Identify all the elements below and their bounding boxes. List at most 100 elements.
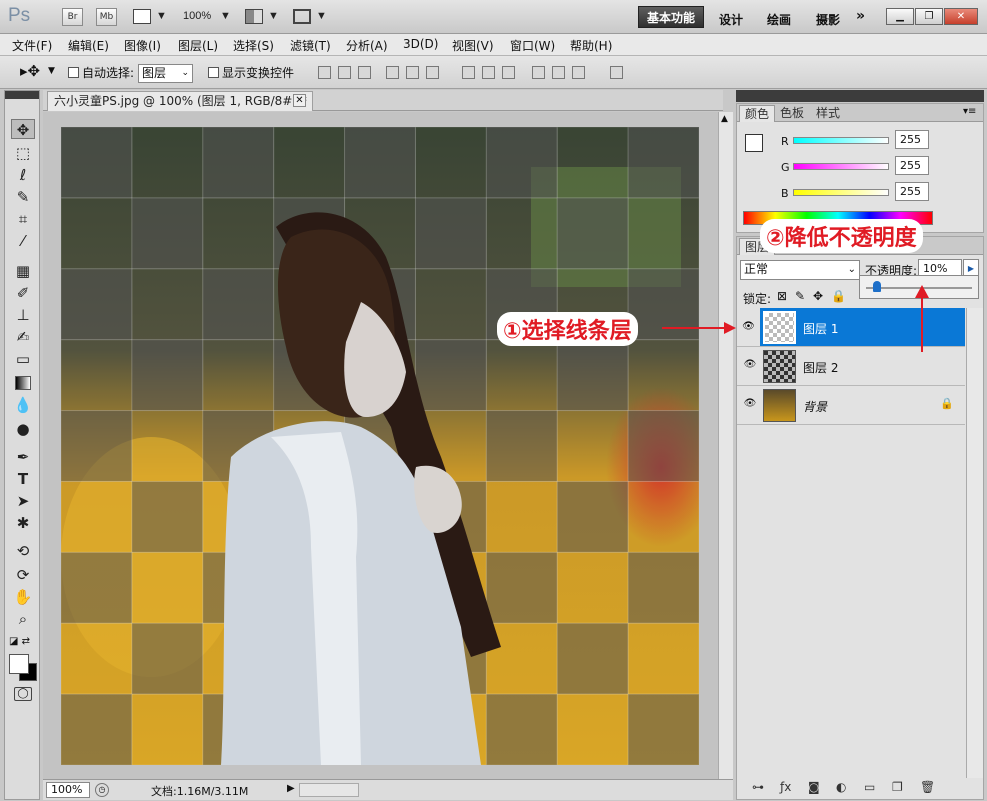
align-left-icon[interactable] xyxy=(386,66,399,79)
document-canvas[interactable] xyxy=(61,127,699,765)
brush-tool-icon[interactable]: ✐ xyxy=(11,283,35,303)
chevron-down-icon[interactable]: ▼ xyxy=(268,10,279,22)
status-info-icon[interactable]: ◷ xyxy=(95,783,109,797)
distribute-left-icon[interactable] xyxy=(532,66,545,79)
menu-analysis[interactable]: 分析(A) xyxy=(346,37,388,54)
3d-orbit-tool-icon[interactable]: ⟳ xyxy=(11,565,35,585)
eyedropper-tool-icon[interactable]: ⁄ xyxy=(11,231,35,251)
gradient-tool-icon[interactable] xyxy=(11,373,35,393)
layers-scrollbar[interactable] xyxy=(966,308,983,778)
menu-edit[interactable]: 编辑(E) xyxy=(68,37,109,54)
menu-image[interactable]: 图像(I) xyxy=(124,37,161,54)
document-tab[interactable]: 六小灵童PS.jpg @ 100% (图层 1, RGB/8#) * xyxy=(47,91,313,111)
bridge-button[interactable]: Br xyxy=(62,8,83,26)
tab-swatches[interactable]: 色板 xyxy=(775,105,809,122)
close-button[interactable]: ✕ xyxy=(944,8,978,25)
mini-bridge-button[interactable]: Mb xyxy=(96,8,117,26)
tools-panel-header[interactable] xyxy=(5,91,39,99)
menu-window[interactable]: 窗口(W) xyxy=(510,37,555,54)
clone-stamp-tool-icon[interactable]: ⊥ xyxy=(11,305,35,325)
workspace-essentials-button[interactable]: 基本功能 xyxy=(638,6,704,28)
align-top-icon[interactable] xyxy=(318,66,331,79)
auto-select-dropdown[interactable]: 图层 ⌄ xyxy=(138,64,193,83)
menu-help[interactable]: 帮助(H) xyxy=(570,37,612,54)
layer-row[interactable]: 👁 背景 🔒 xyxy=(737,386,965,425)
marquee-tool-icon[interactable]: ⬚ xyxy=(11,143,35,163)
delete-layer-icon[interactable]: 🗑 xyxy=(920,780,935,794)
extras-icon[interactable] xyxy=(133,9,151,24)
dodge-tool-icon[interactable]: ● xyxy=(11,419,35,439)
chevron-down-icon[interactable]: ▼ xyxy=(48,66,55,76)
hand-tool-icon[interactable]: ✋ xyxy=(11,587,35,607)
status-menu-arrow-icon[interactable]: ▶ xyxy=(287,783,295,794)
g-value[interactable]: 255 xyxy=(895,156,929,175)
move-tool-icon[interactable]: ✥ xyxy=(11,119,35,139)
lock-position-icon[interactable]: ✥ xyxy=(813,289,823,303)
new-group-icon[interactable]: ▭ xyxy=(864,780,875,794)
link-layers-icon[interactable]: ⊶ xyxy=(752,780,764,794)
chevron-down-icon[interactable]: ▼ xyxy=(156,10,167,22)
visibility-eye-icon[interactable]: 👁 xyxy=(742,397,758,411)
menu-filter[interactable]: 滤镜(T) xyxy=(290,37,331,54)
menu-select[interactable]: 选择(S) xyxy=(233,37,274,54)
lock-pixels-icon[interactable]: ✎ xyxy=(795,289,805,303)
3d-rotate-tool-icon[interactable]: ⟲ xyxy=(11,541,35,561)
tab-styles[interactable]: 样式 xyxy=(811,105,845,122)
distribute-bottom-icon[interactable] xyxy=(502,66,515,79)
r-slider[interactable] xyxy=(793,137,889,144)
arrange-documents-icon[interactable] xyxy=(245,9,263,24)
distribute-right-icon[interactable] xyxy=(572,66,585,79)
distribute-top-icon[interactable] xyxy=(462,66,475,79)
menu-file[interactable]: 文件(F) xyxy=(12,37,52,54)
menu-view[interactable]: 视图(V) xyxy=(452,37,494,54)
blur-tool-icon[interactable]: 💧 xyxy=(11,395,35,415)
add-mask-icon[interactable]: ◙ xyxy=(808,780,820,794)
chevron-down-icon[interactable]: ▼ xyxy=(316,10,327,22)
crop-tool-icon[interactable]: ⌗ xyxy=(11,209,35,229)
visibility-eye-icon[interactable]: 👁 xyxy=(737,308,760,346)
lock-all-icon[interactable]: 🔒 xyxy=(831,289,846,303)
chevron-down-icon[interactable]: ▼ xyxy=(220,10,231,22)
workspace-painting-button[interactable]: 绘画 xyxy=(767,11,791,28)
history-brush-tool-icon[interactable]: ✍ xyxy=(11,327,35,347)
new-layer-icon[interactable]: ❐ xyxy=(892,780,903,794)
type-tool-icon[interactable]: T xyxy=(11,469,35,489)
path-select-tool-icon[interactable]: ➤ xyxy=(11,491,35,511)
align-hcenter-icon[interactable] xyxy=(406,66,419,79)
shape-tool-icon[interactable]: ✱ xyxy=(11,513,35,533)
menu-layer[interactable]: 图层(L) xyxy=(178,37,218,54)
status-zoom-field[interactable]: 100% xyxy=(46,782,90,798)
visibility-eye-icon[interactable]: 👁 xyxy=(742,358,758,372)
quick-select-tool-icon[interactable]: ✎ xyxy=(11,187,35,207)
workspace-photography-button[interactable]: 摄影 xyxy=(816,11,840,28)
align-vcenter-icon[interactable] xyxy=(338,66,351,79)
r-value[interactable]: 255 xyxy=(895,130,929,149)
g-slider[interactable] xyxy=(793,163,889,170)
workspace-design-button[interactable]: 设计 xyxy=(719,11,743,28)
color-foreground-swatch[interactable] xyxy=(745,134,763,152)
tab-color[interactable]: 颜色 xyxy=(739,105,776,122)
lasso-tool-icon[interactable]: ℓ xyxy=(11,165,35,185)
opacity-slider-thumb[interactable] xyxy=(872,281,881,292)
vertical-scrollbar[interactable]: ▲ xyxy=(718,112,733,779)
lock-transparency-icon[interactable]: ⊠ xyxy=(777,289,787,303)
zoom-level[interactable]: 100% xyxy=(183,10,211,22)
menu-3d[interactable]: 3D(D) xyxy=(403,37,438,51)
panel-menu-icon[interactable]: ▾≡ xyxy=(963,106,976,117)
healing-brush-tool-icon[interactable]: ▦ xyxy=(11,261,35,281)
move-tool-preset-icon[interactable]: ▸✥ xyxy=(20,62,40,80)
auto-select-checkbox[interactable] xyxy=(68,67,79,78)
adjustment-layer-icon[interactable]: ◐ xyxy=(836,780,846,794)
layer-style-fx-icon[interactable]: ƒx xyxy=(780,780,791,794)
b-value[interactable]: 255 xyxy=(895,182,929,201)
pen-tool-icon[interactable]: ✒ xyxy=(11,447,35,467)
default-colors-icon[interactable]: ◪ ⇄ xyxy=(9,636,30,647)
foreground-color-swatch[interactable] xyxy=(9,654,29,674)
align-bottom-icon[interactable] xyxy=(358,66,371,79)
show-transform-checkbox[interactable] xyxy=(208,67,219,78)
more-workspaces-button[interactable]: » xyxy=(856,8,865,24)
horizontal-scrollbar[interactable] xyxy=(299,783,359,797)
scroll-up-icon[interactable]: ▲ xyxy=(721,114,728,124)
close-document-icon[interactable]: ✕ xyxy=(293,94,306,107)
minimize-button[interactable]: ▁ xyxy=(886,8,914,25)
